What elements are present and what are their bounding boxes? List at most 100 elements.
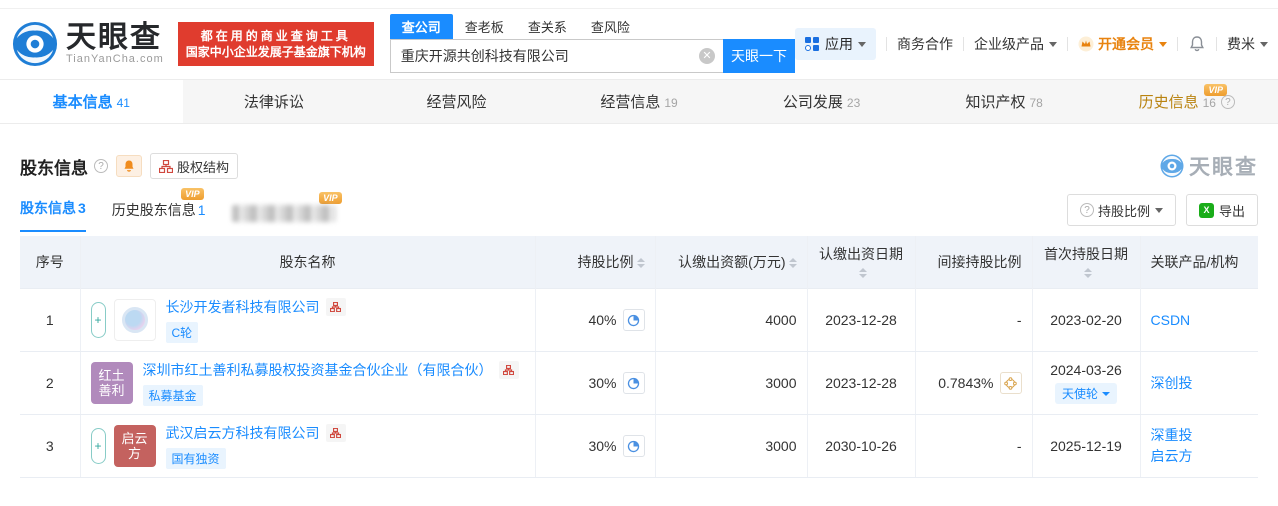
tianyancha-page: 天眼查 TianYanCha.com 都在用的商业查询工具 国家中小企业发展子基…: [0, 0, 1278, 506]
related-product-link[interactable]: CSDN: [1151, 310, 1249, 331]
nav-open-member[interactable]: 开通会员: [1078, 34, 1167, 54]
search-tab-company[interactable]: 查公司: [390, 14, 453, 39]
equity-structure-button[interactable]: 股权结构: [150, 153, 238, 179]
search-button[interactable]: 天眼一下: [723, 39, 795, 73]
subtab-history-shareholders[interactable]: VIP 历史股东信息1: [112, 200, 206, 232]
tab-history-info[interactable]: VIP 历史信息 16 ?: [1095, 80, 1278, 123]
nav-notifications[interactable]: [1188, 35, 1206, 53]
org-chart-icon: [159, 160, 173, 173]
subscribed-amount: 3000: [655, 415, 807, 478]
equity-penetration-icon[interactable]: [1000, 372, 1022, 394]
nav-cooperation[interactable]: 商务合作: [897, 34, 953, 54]
shareholder-name-link[interactable]: 武汉启云方科技有限公司: [166, 423, 320, 443]
tab-intellectual-property[interactable]: 知识产权 78: [913, 80, 1096, 123]
shareholder-cell: + 长沙开发者科技有限公司 C轮: [91, 297, 525, 343]
pie-chart-icon[interactable]: [623, 309, 645, 331]
search-tab-boss[interactable]: 查老板: [453, 14, 516, 39]
col-related-products: 关联产品/机构: [1140, 236, 1258, 289]
search-area: 查公司 查老板 查关系 查风险 ✕ 天眼一下: [390, 15, 795, 73]
logo-title: 天眼查: [66, 23, 164, 53]
equity-structure-icon[interactable]: [326, 424, 346, 442]
holding-ratio: 40%: [588, 312, 616, 328]
tab-basic-info[interactable]: 基本信息 41: [0, 80, 183, 123]
row-index: 2: [20, 352, 80, 415]
holding-ratio-filter-button[interactable]: ? 持股比例: [1067, 194, 1176, 226]
related-org-link[interactable]: 深创投: [1151, 373, 1249, 394]
subtab-label: 股东信息: [20, 200, 76, 216]
search-input-box: ✕: [390, 39, 723, 73]
export-button[interactable]: X 导出: [1186, 194, 1258, 226]
subtab-count: 3: [78, 200, 86, 216]
tab-label: 基本信息: [53, 91, 113, 112]
related-org-link[interactable]: 深重投: [1151, 425, 1249, 446]
company-logo[interactable]: [114, 299, 156, 341]
pie-chart-icon[interactable]: [623, 435, 645, 457]
subscribed-date: 2030-10-26: [807, 415, 915, 478]
nav-user-menu[interactable]: 费米: [1227, 34, 1268, 54]
tab-operating-risk[interactable]: 经营风险: [365, 80, 548, 123]
indirect-ratio: -: [915, 289, 1032, 352]
tab-label: 法律诉讼: [244, 91, 304, 112]
avatar[interactable]: 红土 善利: [91, 362, 133, 404]
sort-icon[interactable]: [1084, 268, 1092, 278]
shareholder-cell: 红土 善利 深圳市红土善利私募股权投资基金合伙企业（有限合伙） 私募基金: [91, 360, 525, 406]
col-holding-ratio: 持股比例: [535, 236, 655, 289]
shareholder-subtabs: 股东信息3 VIP 历史股东信息1 VIP ? 持股比例 X 导出: [20, 196, 1258, 232]
ownership-type-tag[interactable]: 国有独资: [166, 448, 226, 469]
expand-button[interactable]: +: [91, 302, 106, 338]
tab-company-development[interactable]: 公司发展 23: [730, 80, 913, 123]
logo-subtitle: TianYanCha.com: [66, 53, 164, 65]
table-row: 2 红土 善利 深圳市红土善利私募股权投资基金合伙企业（有限合伙）: [20, 352, 1258, 415]
shareholder-section-header: 股东信息 ? 股权结构: [20, 152, 1258, 180]
fund-type-tag[interactable]: 私募基金: [143, 385, 203, 406]
chevron-down-icon: [1102, 392, 1110, 396]
equity-structure-label: 股权结构: [177, 157, 229, 176]
filter-label: 持股比例: [1098, 201, 1150, 220]
nav-member-label: 开通会员: [1098, 34, 1154, 54]
tianyancha-logo[interactable]: 天眼查 TianYanCha.com: [12, 21, 164, 67]
main-content: 股东信息 ? 股权结构: [0, 152, 1278, 478]
nav-divider: [886, 37, 887, 51]
top-strip: [0, 0, 1278, 9]
first-holding-date: 2023-02-20: [1032, 289, 1140, 352]
first-holding-date: 2025-12-19: [1032, 415, 1140, 478]
help-icon[interactable]: ?: [1221, 95, 1235, 109]
funding-round-tag[interactable]: C轮: [166, 322, 199, 343]
pie-chart-icon[interactable]: [623, 372, 645, 394]
apps-grid-icon: [805, 37, 819, 51]
sort-icon[interactable]: [637, 258, 645, 268]
shareholder-cell: + 启云 方 武汉启云方科技有限公司 国有独资: [91, 423, 525, 469]
tab-label: 历史信息: [1139, 91, 1199, 112]
avatar[interactable]: 启云 方: [114, 425, 156, 467]
vip-badge: VIP: [181, 188, 204, 200]
tab-legal[interactable]: 法律诉讼: [183, 80, 366, 123]
col-index: 序号: [20, 236, 80, 289]
funding-round-dropdown[interactable]: 天使轮: [1055, 383, 1117, 404]
expand-button[interactable]: +: [91, 428, 106, 464]
subtab-shareholders[interactable]: 股东信息3: [20, 198, 86, 232]
promo-line2: 国家中小企业发展子基金旗下机构: [186, 44, 366, 60]
nav-apps[interactable]: 应用: [795, 28, 876, 60]
search-input[interactable]: [390, 39, 723, 73]
nav-enterprise[interactable]: 企业级产品: [974, 34, 1057, 54]
related-org-link[interactable]: 启云方: [1151, 446, 1249, 467]
equity-structure-icon[interactable]: [326, 298, 346, 316]
help-icon[interactable]: ?: [94, 159, 108, 173]
sort-icon[interactable]: [789, 258, 797, 268]
subtab-redacted[interactable]: VIP: [232, 205, 336, 232]
tab-count: 19: [664, 96, 677, 110]
equity-structure-icon[interactable]: [499, 361, 519, 379]
tab-operating-info[interactable]: 经营信息 19: [548, 80, 731, 123]
sort-icon[interactable]: [859, 268, 867, 278]
nav-user-label: 费米: [1227, 34, 1255, 54]
search-tabs: 查公司 查老板 查关系 查风险: [390, 15, 795, 39]
holding-ratio: 30%: [588, 438, 616, 454]
crown-icon: [1078, 36, 1094, 52]
subscribe-bell-button[interactable]: [116, 155, 142, 177]
nav-divider: [1177, 37, 1178, 51]
shareholder-name-link[interactable]: 长沙开发者科技有限公司: [166, 297, 320, 317]
search-tab-risk[interactable]: 查风险: [579, 14, 642, 39]
search-tab-relation[interactable]: 查关系: [516, 14, 579, 39]
clear-search-icon[interactable]: ✕: [699, 48, 715, 64]
shareholder-name-link[interactable]: 深圳市红土善利私募股权投资基金合伙企业（有限合伙）: [143, 360, 493, 380]
